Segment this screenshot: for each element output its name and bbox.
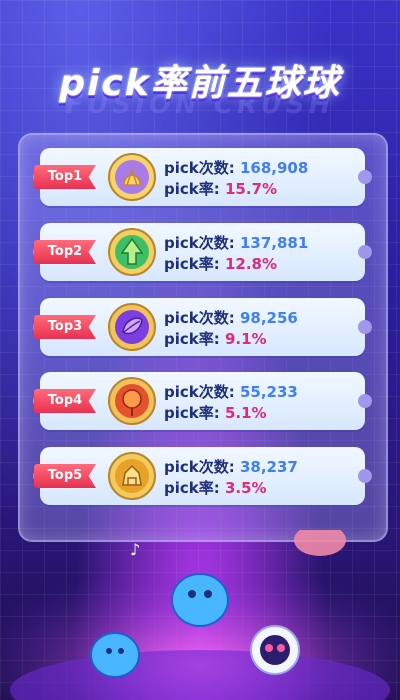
- ranking-card-2: Top2 pick次数: 137,881 pick率: 12.8%: [33, 223, 372, 281]
- pick-rate-line: pick率: 15.7%: [164, 178, 277, 199]
- golden-fan-orb-icon: [108, 153, 156, 201]
- ranking-card-4: Top4 pick次数: 55,233 pick率: 5.1%: [33, 372, 372, 430]
- pick-count-line: pick次数: 55,233: [164, 381, 298, 402]
- pick-count-line: pick次数: 137,881: [164, 232, 308, 253]
- rank-badge: Top5: [34, 464, 96, 488]
- pick-count-line: pick次数: 98,256: [164, 307, 298, 328]
- pick-rate-line: pick率: 12.8%: [164, 253, 277, 274]
- pick-count-label: pick次数:: [164, 309, 235, 327]
- pick-rate-label: pick率:: [164, 330, 220, 348]
- golden-tower-orb-icon: [108, 452, 156, 500]
- pick-rate-value: 3.5%: [224, 479, 267, 497]
- pick-count-value: 168,908: [239, 159, 309, 177]
- page-title: pick率前五球球: [59, 63, 341, 104]
- pick-rate-label: pick率:: [164, 404, 220, 422]
- pick-rate-line: pick率: 3.5%: [164, 477, 267, 498]
- rank-badge: Top2: [34, 240, 96, 264]
- pick-count-label: pick次数:: [164, 159, 235, 177]
- pick-count-line: pick次数: 38,237: [164, 456, 298, 477]
- ranking-card-5: Top5 pick次数: 38,237 pick率: 3.5%: [33, 447, 372, 505]
- purple-leaf-orb-icon: [108, 303, 156, 351]
- pick-count-value: 38,237: [239, 458, 298, 476]
- pick-rate-value: 9.1%: [224, 330, 267, 348]
- music-note-icon: ♪: [130, 540, 140, 559]
- pick-rate-line: pick率: 5.1%: [164, 402, 267, 423]
- pick-count-label: pick次数:: [164, 234, 235, 252]
- pick-rate-value: 12.8%: [224, 255, 278, 273]
- pick-count-value: 55,233: [239, 383, 298, 401]
- pick-rate-line: pick率: 9.1%: [164, 328, 267, 349]
- pick-count-label: pick次数:: [164, 383, 235, 401]
- character-stage-illustration: ♪: [0, 530, 400, 700]
- ranking-card-3: Top3 pick次数: 98,256 pick率: 9.1%: [33, 298, 372, 356]
- ranking-card-1: Top1 pick次数: 168,908 pick率: 15.7%: [33, 148, 372, 206]
- pick-rate-value: 5.1%: [224, 404, 267, 422]
- pick-rate-label: pick率:: [164, 180, 220, 198]
- rank-badge: Top1: [34, 165, 96, 189]
- green-arrow-orb-icon: [108, 228, 156, 276]
- pick-count-value: 98,256: [239, 309, 298, 327]
- pick-count-line: pick次数: 168,908: [164, 157, 308, 178]
- pick-count-label: pick次数:: [164, 458, 235, 476]
- pick-count-value: 137,881: [239, 234, 309, 252]
- red-flame-orb-icon: [108, 377, 156, 425]
- pick-rate-value: 15.7%: [224, 180, 278, 198]
- rank-badge: Top4: [34, 389, 96, 413]
- pick-rate-label: pick率:: [164, 479, 220, 497]
- pick-rate-label: pick率:: [164, 255, 220, 273]
- rank-badge: Top3: [34, 315, 96, 339]
- stage-illustration: ♪: [0, 530, 400, 700]
